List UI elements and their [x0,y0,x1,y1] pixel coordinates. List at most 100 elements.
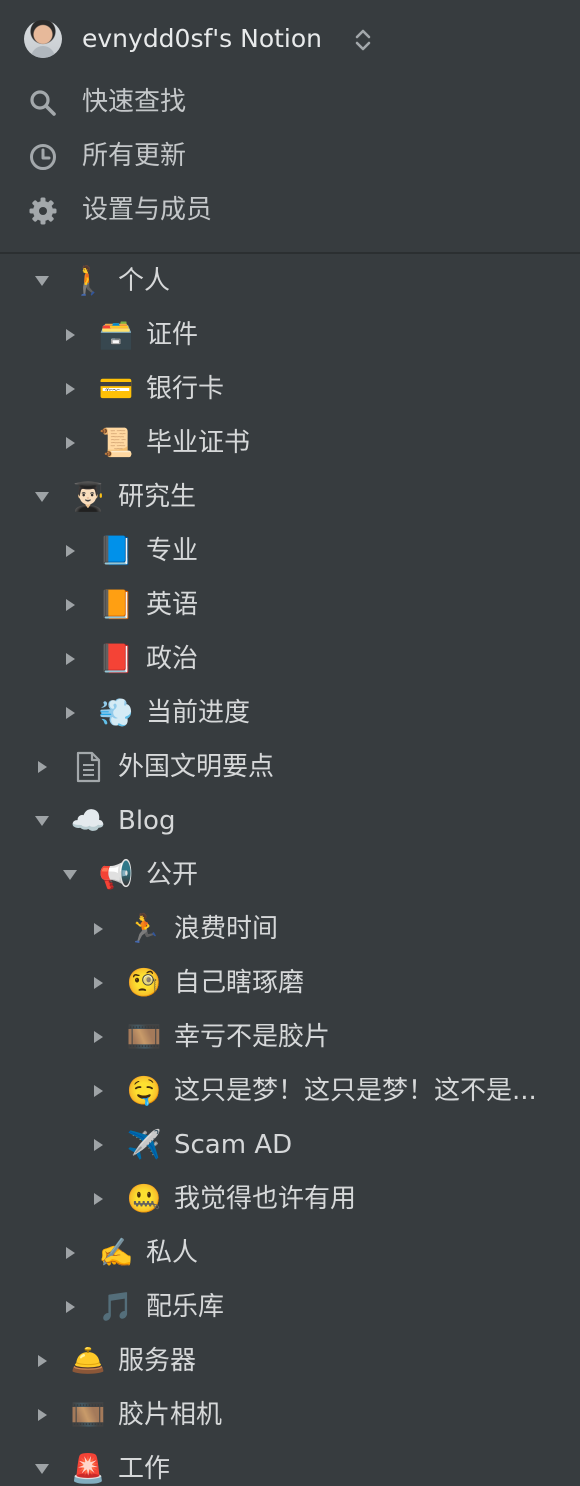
tree-item-label: Scam AD [174,1130,293,1160]
tree-item-documents[interactable]: 🗃️ 证件 [0,308,580,362]
walking-person-icon: 🚶 [70,264,106,297]
card-file-box-icon: 🗃️ [98,318,134,351]
tree-item-film-camera[interactable]: 🎞️ 胶片相机 [0,1388,580,1442]
page-icon [70,749,106,785]
workspace-name: evnydd0sf's Notion [82,24,323,53]
tree-item-label: 证件 [146,320,199,350]
quick-find-label: 快速查找 [82,87,187,117]
triangle-right-icon[interactable] [88,1135,108,1155]
triangle-down-icon[interactable] [32,811,52,831]
tree-item-label: 我觉得也许有用 [174,1184,357,1214]
tree-item-diploma[interactable]: 📜 毕业证书 [0,416,580,470]
tree-item-label: 胶片相机 [118,1400,223,1430]
tree-item-work[interactable]: 🚨 工作 [0,1442,580,1486]
tree-item-current-progress[interactable]: 💨 当前进度 [0,686,580,740]
tree-item-personal[interactable]: 🚶 个人 [0,254,580,308]
search-icon [30,90,56,116]
running-person-icon: 🏃 [126,912,162,945]
tree-item-blog[interactable]: ☁️ Blog [0,794,580,848]
tree-item-label: 研究生 [118,482,197,512]
tree-item-label: 配乐库 [146,1292,225,1322]
triangle-down-icon[interactable] [32,271,52,291]
quick-find-button[interactable]: 快速查找 [0,75,580,129]
workspace-switcher[interactable]: evnydd0sf's Notion [0,0,580,78]
triangle-right-icon[interactable] [60,325,80,345]
avatar [24,20,62,58]
tree-item-musings[interactable]: 🧐 自己瞎琢磨 [0,956,580,1010]
megaphone-icon: 📢 [98,858,134,891]
tree-item-label: 工作 [118,1454,171,1484]
film-frames-icon: 🎞️ [126,1020,162,1053]
credit-card-icon: 💳 [98,372,134,405]
triangle-down-icon[interactable] [60,865,80,885]
settings-members-label: 设置与成员 [82,195,213,225]
triangle-right-icon[interactable] [60,1297,80,1317]
triangle-right-icon[interactable] [88,919,108,939]
tree-item-music-library[interactable]: 🎵 配乐库 [0,1280,580,1334]
triangle-right-icon[interactable] [60,649,80,669]
tree-item-label: 英语 [146,590,199,620]
film-frames-icon: 🎞️ [70,1398,106,1431]
scroll-icon: 📜 [98,426,134,459]
tree-item-label: 私人 [146,1238,199,1268]
dash-icon: 💨 [98,696,134,729]
tree-item-label: Blog [118,806,176,836]
student-icon: 👨🏻‍🎓 [70,480,106,513]
triangle-right-icon[interactable] [60,595,80,615]
tree-item-label: 政治 [146,644,199,674]
drooling-face-icon: 🤤 [126,1074,162,1107]
tree-item-label: 自己瞎琢磨 [174,968,305,998]
triangle-right-icon[interactable] [88,973,108,993]
tree-item-label: 浪费时间 [174,914,279,944]
airplane-icon: ✈️ [126,1128,162,1161]
tree-item-label: 公开 [146,860,199,890]
triangle-down-icon[interactable] [32,487,52,507]
triangle-right-icon[interactable] [32,1405,52,1425]
triangle-right-icon[interactable] [60,541,80,561]
tree-item-english[interactable]: 📙 英语 [0,578,580,632]
siren-icon: 🚨 [70,1452,106,1485]
tree-item-label: 专业 [146,536,199,566]
tree-item-foreign-civilization[interactable]: 外国文明要点 [0,740,580,794]
tree-item-not-film[interactable]: 🎞️ 幸亏不是胶片 [0,1010,580,1064]
triangle-right-icon[interactable] [88,1027,108,1047]
tree-item-politics[interactable]: 📕 政治 [0,632,580,686]
tree-item-label: 外国文明要点 [118,752,275,782]
triangle-right-icon[interactable] [88,1189,108,1209]
monocle-face-icon: 🧐 [126,966,162,999]
tree-item-maybe-useful[interactable]: 🤐 我觉得也许有用 [0,1172,580,1226]
clock-icon [30,144,56,170]
tree-item-private[interactable]: ✍️ 私人 [0,1226,580,1280]
triangle-right-icon[interactable] [60,1243,80,1263]
triangle-right-icon[interactable] [60,433,80,453]
music-note-icon: 🎵 [98,1290,134,1323]
tree-item-label: 幸亏不是胶片 [174,1022,331,1052]
tree-item-graduate-study[interactable]: 👨🏻‍🎓 研究生 [0,470,580,524]
tree-item-bank-card[interactable]: 💳 银行卡 [0,362,580,416]
orange-book-icon: 📙 [98,588,134,621]
writing-hand-icon: ✍️ [98,1236,134,1269]
cloud-icon: ☁️ [70,804,106,837]
all-updates-button[interactable]: 所有更新 [0,129,580,183]
tree-item-server[interactable]: 🛎️ 服务器 [0,1334,580,1388]
settings-members-button[interactable]: 设置与成员 [0,183,580,237]
tree-item-label: 个人 [118,266,171,296]
triangle-right-icon[interactable] [32,757,52,777]
tree-item-dream[interactable]: 🤤 这只是梦！这只是梦！这不是... [0,1064,580,1118]
triangle-right-icon[interactable] [32,1351,52,1371]
tree-item-label: 当前进度 [146,698,251,728]
red-book-icon: 📕 [98,642,134,675]
triangle-right-icon[interactable] [60,379,80,399]
zipper-mouth-face-icon: 🤐 [126,1182,162,1215]
tree-item-public[interactable]: 📢 公开 [0,848,580,902]
tree-item-label: 服务器 [118,1346,197,1376]
tree-item-major[interactable]: 📘 专业 [0,524,580,578]
tree-item-scam-ad[interactable]: ✈️ Scam AD [0,1118,580,1172]
tree-item-label: 毕业证书 [146,428,251,458]
tree-item-wasting-time[interactable]: 🏃 浪费时间 [0,902,580,956]
server-icon: 🛎️ [70,1344,106,1377]
triangle-right-icon[interactable] [60,703,80,723]
triangle-down-icon[interactable] [32,1459,52,1479]
triangle-right-icon[interactable] [88,1081,108,1101]
tree-item-label: 银行卡 [146,374,225,404]
